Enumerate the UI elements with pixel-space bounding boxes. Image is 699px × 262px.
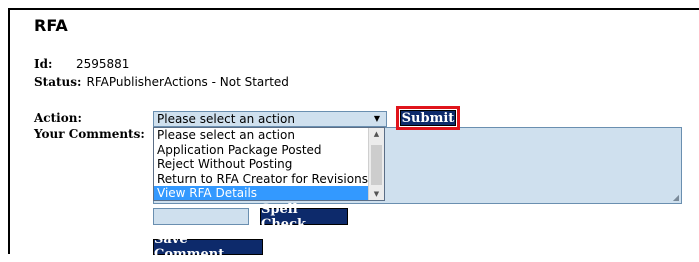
scrollbar-thumb[interactable] [371,145,382,185]
status-label: Status: [34,75,82,89]
spell-check-input[interactable] [153,208,249,225]
page-title: RFA [34,16,68,35]
action-option[interactable]: Reject Without Posting [154,157,384,172]
id-label: Id: [34,57,53,71]
action-option-highlighted[interactable]: View RFA Details [154,186,384,200]
action-option[interactable]: Please select an action [154,128,384,143]
status-value: RFAPublisherActions - Not Started [86,75,289,89]
action-select[interactable]: Please select an action ▼ [153,111,387,127]
chevron-down-icon[interactable]: ▼ [374,112,380,126]
dropdown-scrollbar[interactable]: ▲ ▼ [368,128,384,200]
action-option[interactable]: Application Package Posted [154,143,384,158]
save-comment-button[interactable]: Save Comment [153,232,263,262]
comments-label: Your Comments: [34,127,145,141]
id-value: 2595881 [76,57,130,71]
action-dropdown-list[interactable]: Please select an action Application Pack… [153,127,385,201]
status-row: Status: RFAPublisherActions - Not Starte… [34,71,289,90]
action-option[interactable]: Return to RFA Creator for Revisions [154,172,384,187]
submit-button[interactable]: Submit [400,110,456,126]
scroll-down-icon[interactable]: ▼ [369,190,384,198]
scroll-up-icon[interactable]: ▲ [369,130,384,138]
spell-check-button[interactable]: Spell Check [260,202,348,232]
resize-handle-icon[interactable]: ◢ [673,193,679,202]
action-select-value: Please select an action [157,112,295,126]
action-label: Action: [34,111,82,125]
